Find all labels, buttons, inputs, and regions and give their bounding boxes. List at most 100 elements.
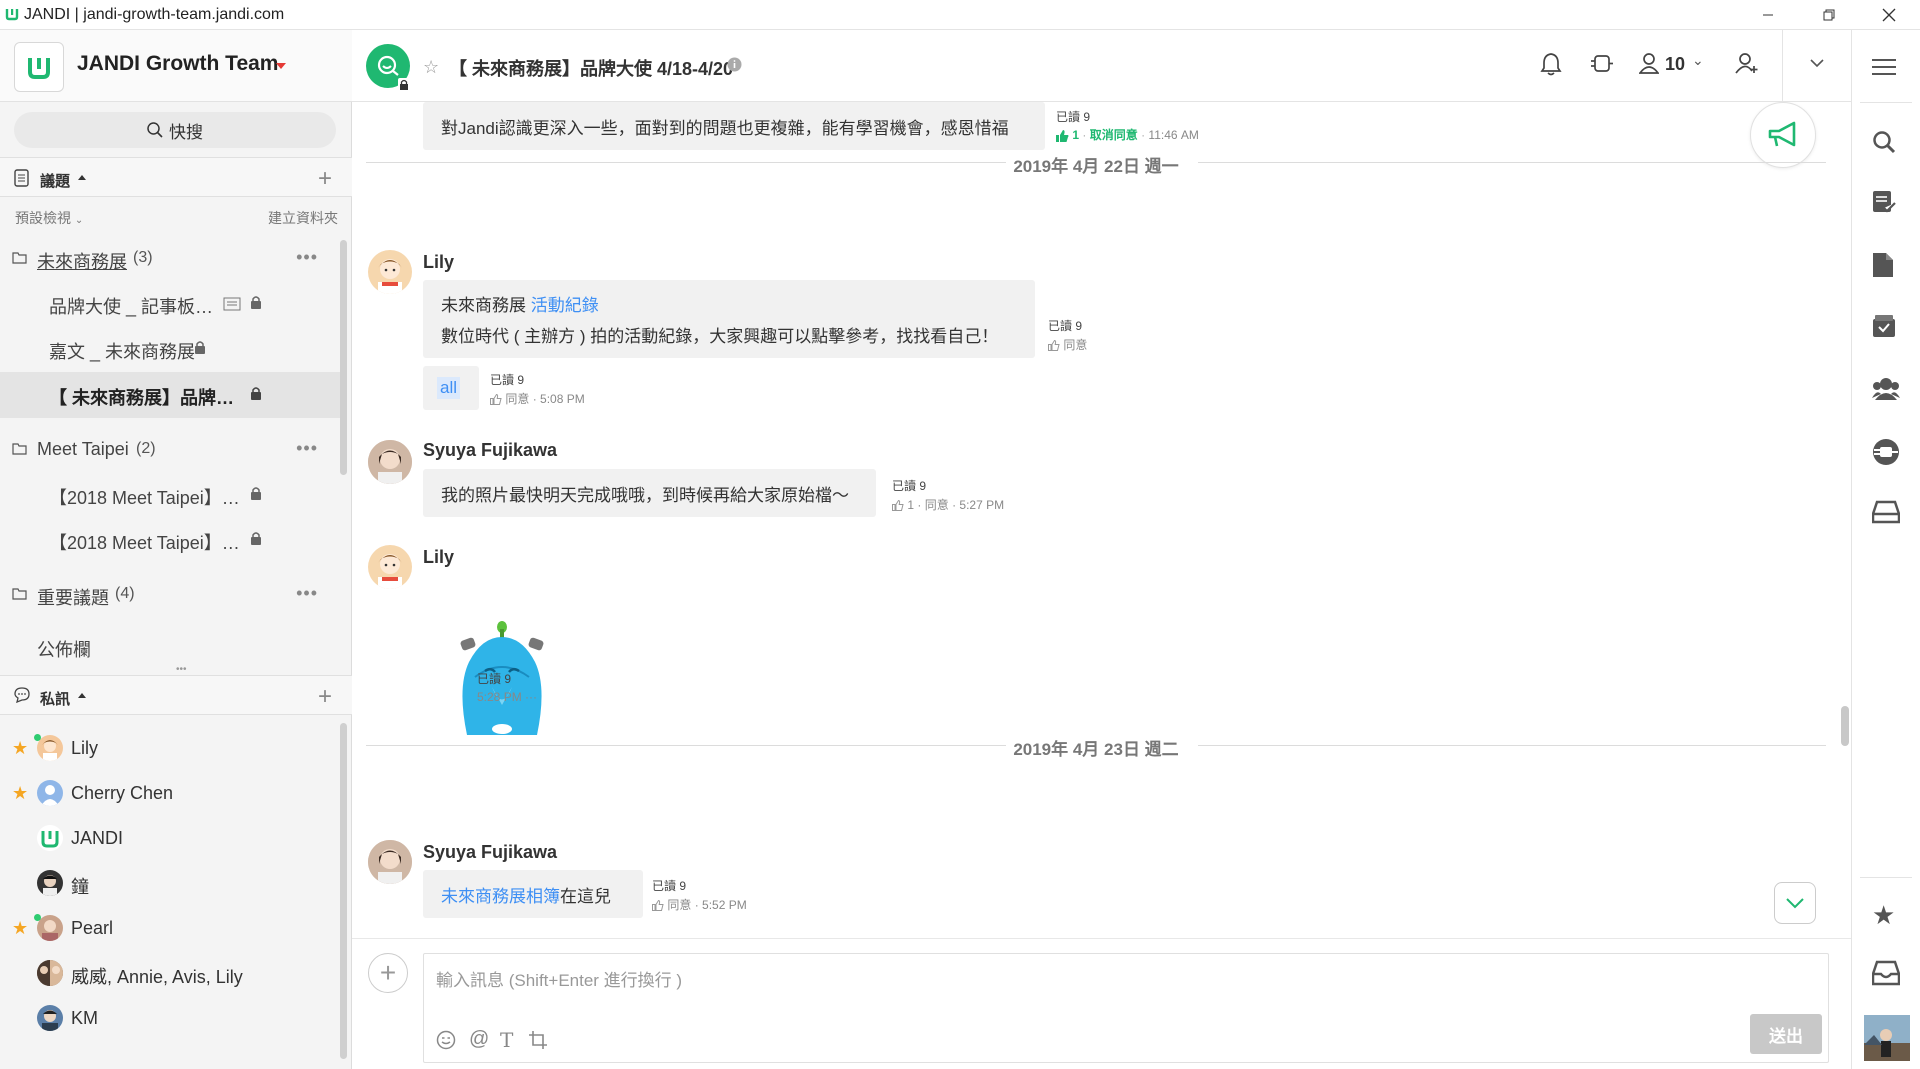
quick-search-button[interactable]: 快搜 (14, 112, 336, 148)
sender-name[interactable]: Syuya Fujikawa (423, 440, 557, 461)
inbox-archive-icon[interactable] (1872, 314, 1896, 338)
collapse-caret-icon[interactable] (78, 175, 86, 180)
star-icon[interactable]: ★ (12, 738, 28, 759)
profile-avatar[interactable] (1864, 1015, 1910, 1061)
thumbs-up-icon[interactable] (892, 500, 904, 512)
agree-label[interactable]: 同意 (1063, 338, 1087, 352)
topic-name: 品牌大使 _ 記事板… (49, 297, 214, 317)
star-icon[interactable]: ★ (12, 918, 28, 939)
connect-plug-icon[interactable] (1872, 438, 1900, 466)
close-window-button[interactable] (1866, 0, 1912, 30)
create-folder-link[interactable]: 建立資料夾 (268, 208, 338, 228)
activity-record-link[interactable]: 活動紀錄 (531, 296, 599, 315)
topic-item[interactable]: 嘉文 _ 未來商務展 (0, 327, 340, 371)
default-view-dropdown[interactable]: 預設檢視 ⌄ (15, 208, 83, 228)
topics-scrollbar[interactable] (340, 240, 347, 475)
cancel-agree-link[interactable]: 取消同意 (1090, 128, 1138, 142)
message-more-button[interactable]: ··· (525, 690, 537, 704)
thumbs-up-icon[interactable] (490, 394, 502, 406)
notification-bell-icon[interactable] (1540, 52, 1562, 76)
team-members-icon[interactable] (1872, 376, 1900, 400)
album-link[interactable]: 未來商務展相簿 (441, 882, 560, 907)
dm-name: 鐘 (71, 877, 89, 897)
agree-label[interactable]: 同意 (667, 898, 691, 912)
topic-item[interactable]: 【2018 Meet Taipei】… (0, 473, 340, 517)
message-scrollbar[interactable] (1841, 706, 1849, 746)
starred-icon[interactable]: ★ (1872, 900, 1895, 931)
channel-info-icon[interactable] (727, 57, 742, 72)
search-icon[interactable] (1872, 130, 1896, 154)
text-format-icon[interactable]: T (500, 1028, 513, 1052)
star-channel-icon[interactable]: ☆ (423, 57, 439, 78)
dm-item[interactable]: 威威, Annie, Avis, Lily (0, 951, 340, 995)
team-name[interactable]: JANDI Growth Team (77, 52, 278, 76)
dm-item[interactable]: ★ Cherry Chen (0, 771, 340, 815)
topic-item-selected[interactable]: 【 未來商務展】品牌… (0, 372, 340, 418)
thumbs-up-icon[interactable] (652, 900, 664, 912)
mention-at-icon[interactable]: @ (469, 1028, 489, 1051)
dm-scrollbar[interactable] (340, 723, 347, 1059)
send-button[interactable]: 送出 (1750, 1014, 1822, 1054)
folder-more-button[interactable]: ••• (296, 583, 318, 604)
collapse-caret-icon[interactable] (78, 693, 86, 698)
header-more-chevron-icon[interactable] (1810, 58, 1824, 68)
team-header[interactable]: JANDI Growth Team (0, 30, 352, 102)
message-bubble[interactable]: all (423, 366, 479, 410)
sender-name[interactable]: Lily (423, 547, 454, 568)
scroll-to-bottom-button[interactable] (1774, 882, 1816, 924)
star-icon[interactable]: ★ (12, 783, 28, 804)
topics-section-header[interactable]: 議題 + (0, 157, 352, 197)
avatar[interactable] (368, 440, 412, 484)
topic-item[interactable]: 品牌大使 _ 記事板… (0, 282, 340, 326)
folder-meet-taipei[interactable]: Meet Taipei (2) ••• (0, 428, 340, 472)
message-input[interactable]: 輸入訊息 (Shift+Enter 進行換行 ) @ T 送出 (423, 953, 1829, 1063)
members-icon[interactable] (1639, 52, 1659, 74)
attach-plus-button[interactable]: + (368, 953, 408, 993)
hamburger-menu-icon[interactable] (1872, 58, 1896, 76)
member-count[interactable]: 10 (1665, 54, 1685, 75)
topic-item-bulletin[interactable]: 公佈欄 (0, 625, 340, 669)
avatar[interactable] (368, 250, 412, 294)
dm-item[interactable]: ★ Lily (0, 726, 340, 770)
todo-list-icon[interactable] (1872, 190, 1896, 214)
sender-name[interactable]: Syuya Fujikawa (423, 842, 557, 863)
file-icon[interactable] (1872, 252, 1894, 278)
avatar[interactable] (368, 840, 412, 884)
dm-item[interactable]: ★ Pearl (0, 906, 340, 950)
agree-label[interactable]: 同意 (925, 498, 949, 512)
resize-handle[interactable]: ••• (176, 664, 187, 675)
avatar[interactable] (368, 545, 412, 589)
message-bubble[interactable]: 我的照片最快明天完成哦哦，到時候再給大家原始檔～ (423, 469, 876, 517)
inbox-icon[interactable] (1872, 960, 1900, 986)
topic-name: 公佈欄 (37, 640, 91, 660)
integration-plug-icon[interactable] (1590, 52, 1614, 76)
folder-future-expo[interactable]: 未來商務展 (3) ••• (0, 237, 340, 281)
agree-label[interactable]: 同意 (505, 392, 529, 406)
team-menu-caret-icon[interactable] (276, 63, 286, 69)
emoji-icon[interactable] (436, 1030, 456, 1050)
add-topic-button[interactable]: + (318, 165, 332, 193)
minimize-button[interactable] (1745, 0, 1791, 30)
folder-important[interactable]: 重要議題 (4) ••• (0, 573, 340, 617)
restore-button[interactable] (1806, 0, 1852, 30)
message-bubble[interactable]: 對Jandi認識更深入一些，面對到的問題也更複雜，能有學習機會，感恩惜福 (423, 102, 1045, 150)
add-dm-button[interactable]: + (318, 683, 332, 711)
thumbs-up-filled-icon[interactable] (1056, 129, 1069, 142)
crop-tool-icon[interactable] (528, 1030, 548, 1050)
dm-item[interactable]: KM (0, 996, 340, 1040)
invite-member-icon[interactable] (1735, 52, 1759, 74)
message-bubble[interactable]: 未來商務展相簿 在這兒 (423, 870, 643, 918)
drive-tray-icon[interactable] (1872, 500, 1900, 524)
folder-more-button[interactable]: ••• (296, 438, 318, 459)
dm-item[interactable]: JANDI (0, 816, 340, 860)
folder-more-button[interactable]: ••• (296, 247, 318, 268)
topic-item[interactable]: 【2018 Meet Taipei】… (0, 518, 340, 562)
sender-name[interactable]: Lily (423, 252, 454, 273)
dm-item[interactable]: 鐘 (0, 861, 340, 905)
thumbs-up-icon[interactable] (1048, 340, 1060, 352)
like-count: 1 (907, 498, 915, 512)
dm-section-header[interactable]: 私訊 + (0, 675, 352, 715)
members-dropdown-icon[interactable]: ⌄ (1692, 52, 1704, 69)
message-bubble[interactable]: 未來商務展 活動紀錄 數位時代 ( 主辦方 ) 拍的活動紀錄，大家興趣可以點擊參… (423, 280, 1035, 358)
mention-all[interactable]: all (437, 377, 461, 399)
